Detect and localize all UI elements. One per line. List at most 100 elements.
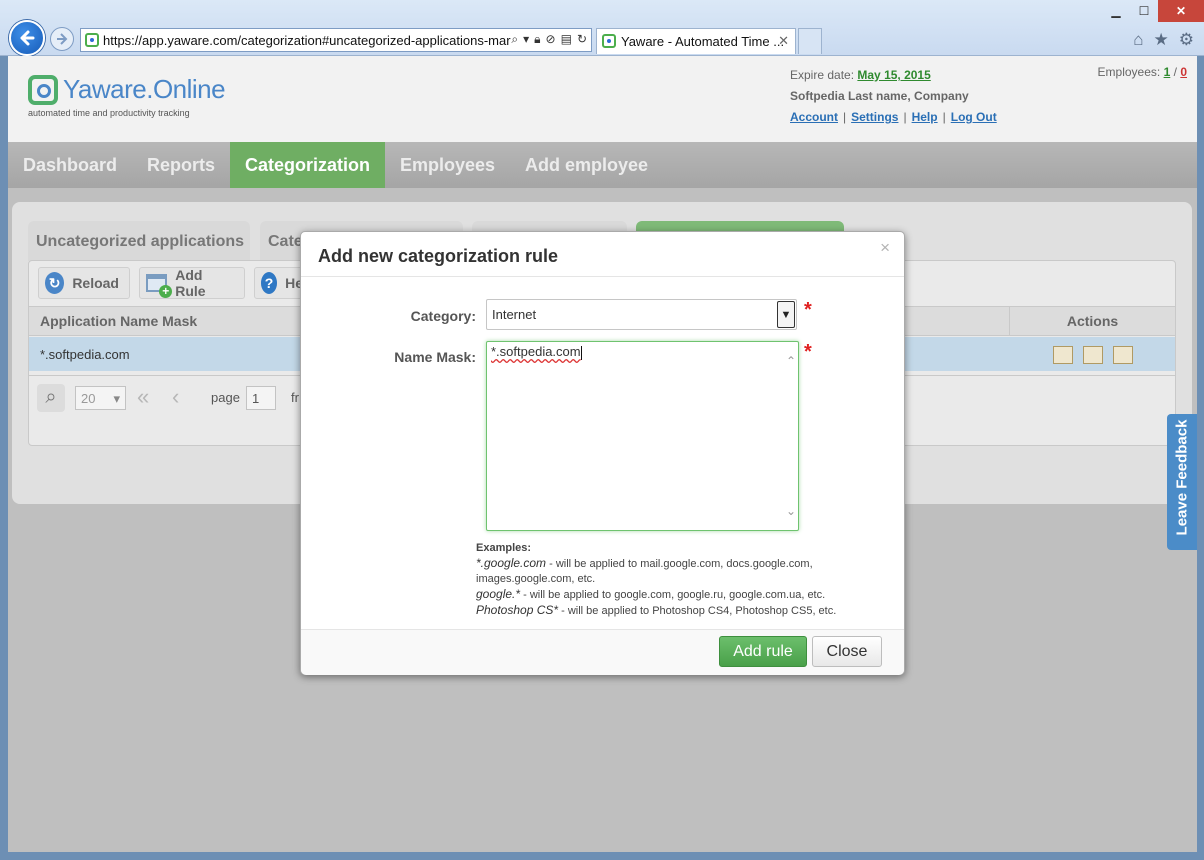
name-mask-label: Name Mask:: [394, 349, 476, 365]
reload-icon: ↻: [45, 272, 65, 294]
dialog-title: Add new categorization rule: [318, 246, 559, 266]
employees-count: Employees: 1 / 0: [1098, 65, 1187, 79]
main-menu: Dashboard Reports Categorization Employe…: [8, 142, 1197, 188]
examples-block: Examples: *.google.com - will be applied…: [476, 541, 836, 619]
settings-link[interactable]: Settings: [851, 110, 898, 124]
browser-tab[interactable]: Yaware - Automated Time ... ✕: [596, 28, 796, 54]
site-favicon-icon: [85, 33, 99, 47]
page-from-label: fr: [291, 390, 299, 405]
menu-employees[interactable]: Employees: [385, 142, 510, 188]
example-text: - will be applied to google.com, google.…: [520, 589, 826, 601]
logo-tagline: automated time and productivity tracking: [28, 108, 190, 118]
dropdown-icon[interactable]: ▾: [523, 32, 529, 47]
menu-reports[interactable]: Reports: [132, 142, 230, 188]
expire-label: Expire date:: [790, 68, 855, 82]
scroll-up-icon[interactable]: ⌃: [786, 354, 796, 368]
favorites-icon[interactable]: ★: [1154, 30, 1169, 50]
close-button[interactable]: Close: [812, 636, 882, 667]
account-info: Expire date: May 15, 2015 Softpedia Last…: [790, 65, 997, 128]
settings-gear-icon[interactable]: ⚙: [1179, 30, 1194, 50]
example-pattern: google.*: [476, 587, 521, 601]
page-size-select[interactable]: 20 ▾: [75, 386, 126, 410]
home-icon[interactable]: ⌂: [1133, 30, 1143, 50]
category-label: Category:: [410, 308, 476, 324]
add-rule-button[interactable]: Add Rule: [139, 267, 245, 299]
required-marker: *: [804, 341, 812, 363]
dialog-close-icon[interactable]: ×: [880, 238, 890, 258]
employees-inactive-link[interactable]: 0: [1180, 65, 1187, 79]
employees-active-link[interactable]: 1: [1164, 65, 1171, 79]
minimize-button[interactable]: ▁: [1102, 0, 1130, 22]
help-link[interactable]: Help: [912, 110, 938, 124]
logo-icon: [28, 74, 58, 105]
back-button[interactable]: [9, 20, 45, 56]
forward-arrow-icon: [57, 33, 68, 45]
search-icon[interactable]: ⌕: [511, 32, 518, 47]
name-mask-value: *.softpedia.com: [491, 344, 581, 359]
add-rule-dialog: Add new categorization rule × Category: …: [300, 231, 905, 675]
leave-feedback-tab[interactable]: Leave Feedback: [1167, 414, 1197, 550]
prev-page-icon[interactable]: ‹: [172, 386, 179, 408]
close-window-button[interactable]: ✕: [1158, 0, 1204, 22]
add-window-icon: [146, 274, 173, 298]
text-caret: [580, 345, 582, 360]
dialog-footer: Add rule Close: [301, 629, 904, 675]
browser-tools: ⌂ ★ ⚙: [1133, 30, 1194, 50]
account-link[interactable]: Account: [790, 110, 838, 124]
page-size-value: 20: [81, 391, 96, 406]
refresh-icon[interactable]: ↻: [577, 32, 587, 47]
address-bar[interactable]: https://app.yaware.com/categorization#un…: [80, 28, 592, 52]
chevron-down-icon: ▼: [777, 301, 795, 328]
menu-add-employee[interactable]: Add employee: [510, 142, 663, 188]
favorite-rule-icon[interactable]: [1113, 346, 1133, 364]
examples-title: Examples:: [476, 542, 532, 554]
logo-text: Yaware.Online: [63, 74, 226, 104]
expire-date-link[interactable]: May 15, 2015: [857, 68, 930, 82]
maximize-button[interactable]: ☐: [1130, 0, 1158, 22]
employees-label: Employees:: [1097, 65, 1161, 79]
delete-rule-icon[interactable]: [1083, 346, 1103, 364]
category-select[interactable]: Internet ▼: [486, 299, 797, 330]
example-text: - will be applied to Photoshop CS4, Phot…: [558, 605, 837, 617]
compat-icon[interactable]: ▤: [561, 32, 572, 47]
user-name: Softpedia Last name, Company: [790, 89, 969, 103]
logout-link[interactable]: Log Out: [951, 110, 997, 124]
name-mask-textarea[interactable]: *.softpedia.com ⌃ ⌄: [486, 341, 799, 531]
address-bar-icons: ⌕ ▾ 🔒︎ ⊘ ▤ ↻: [511, 32, 587, 47]
logo[interactable]: Yaware.Online: [28, 74, 226, 105]
reload-button[interactable]: ↻ Reload: [38, 267, 130, 299]
tab-close-icon[interactable]: ✕: [778, 33, 789, 49]
edit-rule-icon[interactable]: [1053, 346, 1073, 364]
page-label: page: [211, 390, 240, 405]
column-actions-header: Actions: [1009, 307, 1175, 335]
add-rule-submit-button[interactable]: Add rule: [719, 636, 807, 667]
block-icon[interactable]: ⊘: [546, 32, 556, 47]
column-mask-header[interactable]: Application Name Mask: [40, 313, 197, 329]
forward-button[interactable]: [50, 27, 74, 51]
lock-icon[interactable]: 🔒︎: [534, 32, 540, 47]
browser-chrome: https://app.yaware.com/categorization#un…: [0, 0, 1204, 56]
example-pattern: Photoshop CS*: [476, 603, 559, 617]
tab-favicon-icon: [602, 34, 616, 48]
new-tab-button[interactable]: [798, 28, 822, 54]
page-input[interactable]: 1: [246, 386, 276, 410]
menu-categorization[interactable]: Categorization: [230, 142, 386, 188]
scroll-down-icon[interactable]: ⌄: [786, 504, 796, 518]
help-icon: ?: [261, 272, 278, 294]
site-header: Yaware.Online automated time and product…: [8, 56, 1197, 142]
menu-dashboard[interactable]: Dashboard: [8, 142, 132, 188]
tab-uncategorized-applications[interactable]: Uncategorized applications: [28, 221, 250, 261]
separator: |: [843, 110, 847, 124]
separator: |: [942, 110, 946, 124]
search-icon[interactable]: ⌕: [37, 384, 65, 412]
first-page-icon[interactable]: «: [137, 386, 149, 408]
address-url: https://app.yaware.com/categorization#un…: [103, 32, 511, 48]
back-arrow-icon: [20, 30, 35, 46]
separator: |: [903, 110, 907, 124]
tab-title: Yaware - Automated Time ...: [621, 34, 785, 49]
row-mask-cell: *.softpedia.com: [40, 347, 130, 362]
chevron-down-icon: ▾: [113, 391, 120, 406]
add-rule-label: Add Rule: [175, 267, 206, 299]
employees-slash: /: [1173, 65, 1177, 79]
reload-label: Reload: [72, 275, 119, 291]
